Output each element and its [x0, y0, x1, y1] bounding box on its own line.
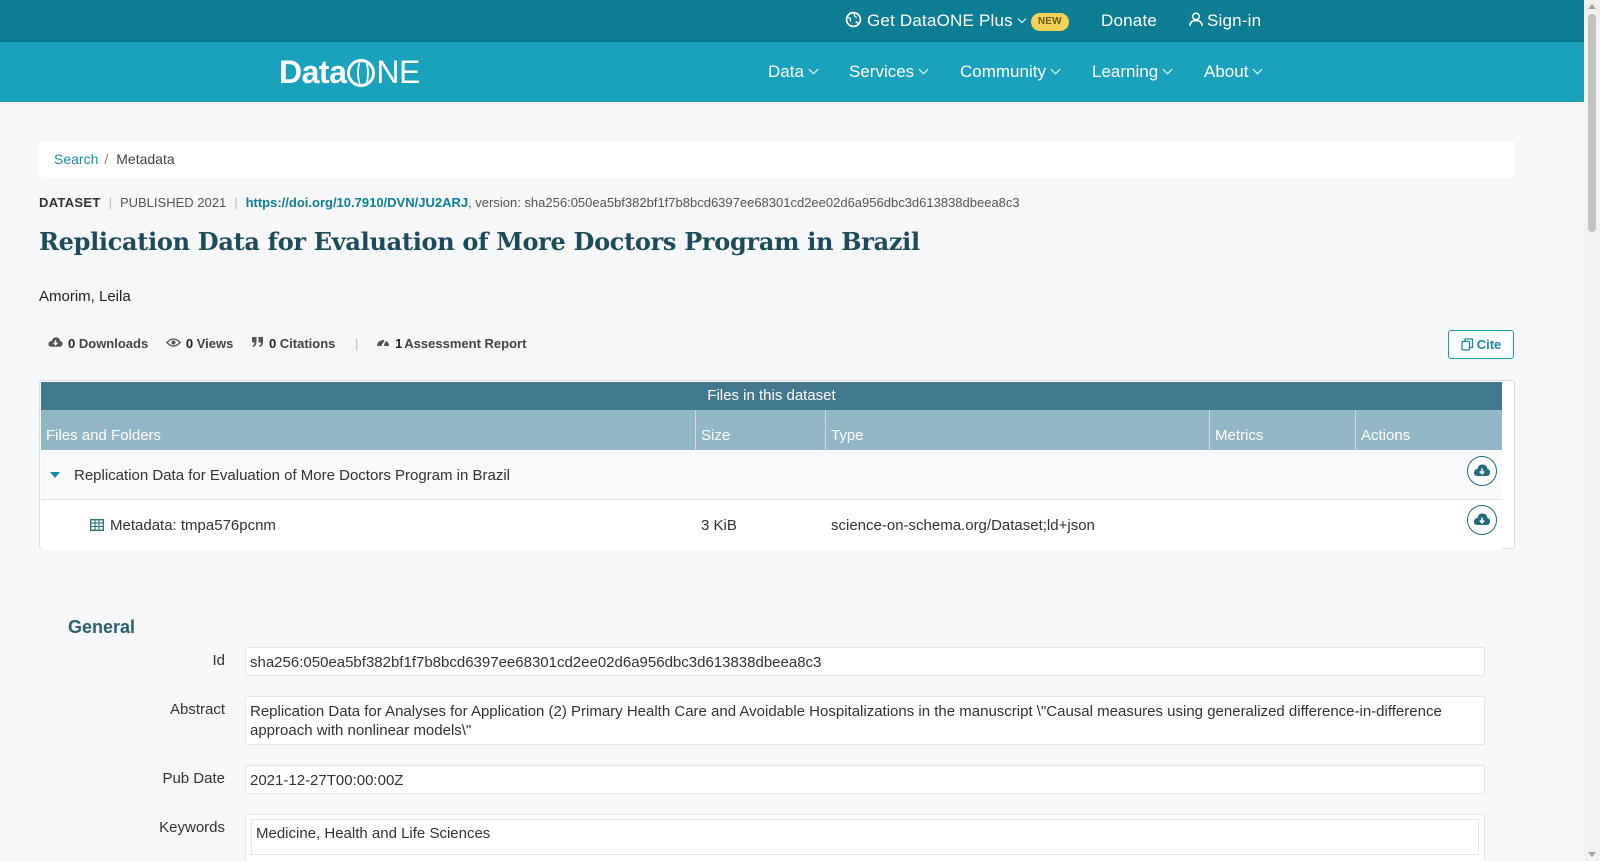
cite-label: Cite — [1476, 337, 1502, 352]
views-label: Views — [196, 336, 234, 351]
abstract-label: Abstract — [169, 701, 225, 718]
keywords-label: Keywords — [159, 819, 225, 836]
donate-link[interactable]: Donate — [1101, 0, 1157, 42]
cite-button[interactable]: Cite — [1448, 330, 1514, 359]
nav-item-label: Learning — [1092, 62, 1159, 81]
logo-text-ne: NE — [376, 54, 420, 90]
logo-text-data: Data — [279, 54, 347, 90]
assessment-metric[interactable]: 1 Assessment Report — [376, 336, 526, 351]
file-size: 3 KiB — [701, 517, 737, 534]
table-icon — [90, 519, 104, 531]
cloud-download-icon — [1473, 464, 1491, 476]
nav-item-about[interactable]: About — [1204, 42, 1263, 102]
dataone-logo[interactable]: Data NE — [279, 54, 420, 90]
main-navbar: Data NE Data Services Community Learning … — [0, 42, 1584, 102]
eye-icon — [165, 338, 181, 347]
scrollbar-thumb[interactable] — [1588, 14, 1596, 232]
chevron-down-icon — [1050, 64, 1061, 75]
keywords-box: Medicine, Health and Life Sciences — [245, 814, 1485, 861]
get-dataone-plus-menu[interactable]: Get DataONE Plus NEW — [845, 0, 1069, 42]
sign-in-link[interactable]: Sign-in — [1189, 0, 1261, 42]
keyword-item: Medicine, Health and Life Sciences — [251, 819, 1479, 855]
nav-item-label: Data — [768, 62, 804, 81]
assessment-count: 1 — [395, 336, 403, 351]
breadcrumb-current: Metadata — [116, 151, 175, 167]
expand-toggle-icon[interactable] — [50, 451, 60, 500]
nav-item-learning[interactable]: Learning — [1092, 42, 1173, 102]
column-header-size[interactable]: Size — [696, 410, 826, 450]
views-count: 0 — [185, 336, 194, 351]
file-name-cell[interactable]: Metadata: tmpa576pcnm — [90, 501, 276, 550]
nav-item-label: Community — [960, 62, 1046, 81]
dataset-title: Replication Data for Evaluation of More … — [39, 227, 920, 256]
nav-item-services[interactable]: Services — [849, 42, 929, 102]
sign-in-label: Sign-in — [1207, 11, 1262, 30]
breadcrumb-search-link[interactable]: Search — [54, 151, 98, 167]
files-table-header: Files and Folders Size Type Metrics Acti… — [41, 410, 1502, 450]
gauge-icon — [377, 339, 390, 347]
page-scrollbar[interactable] — [1584, 0, 1600, 861]
table-row[interactable]: Replication Data for Evaluation of More … — [41, 451, 1502, 500]
copy-icon — [1461, 338, 1473, 351]
downloads-count: 0 — [68, 336, 76, 351]
new-badge: NEW — [1030, 13, 1069, 31]
nav-item-data[interactable]: Data — [768, 42, 819, 102]
chevron-down-icon — [1017, 14, 1027, 24]
table-row[interactable]: Metadata: tmpa576pcnm 3 KiB science-on-s… — [41, 501, 1502, 550]
dataset-type-label: DATASET — [39, 195, 101, 210]
pubdate-value: 2021-12-27T00:00:00Z — [245, 765, 1485, 794]
breadcrumb-separator: / — [104, 151, 109, 167]
file-type: science-on-schema.org/Dataset;ld+json — [831, 517, 1095, 534]
chevron-down-icon — [918, 64, 929, 75]
cloud-download-icon — [48, 337, 63, 347]
version-text: , version: sha256:050ea5bf382bf1f7b8bcd6… — [468, 195, 1020, 210]
cloud-download-icon — [1473, 513, 1491, 525]
column-header-files[interactable]: Files and Folders — [41, 410, 696, 450]
pubdate-label: Pub Date — [162, 770, 225, 787]
section-heading-general: General — [68, 617, 136, 637]
nav-item-label: About — [1204, 62, 1249, 81]
metrics-bar: 0 Downloads 0 Views 0 Citations | 1 Asses… — [48, 336, 540, 351]
download-folder-button[interactable] — [1467, 456, 1497, 486]
chevron-down-icon — [808, 64, 819, 75]
column-header-actions: Actions — [1361, 427, 1411, 444]
scroll-down-arrow-icon[interactable] — [1588, 852, 1596, 857]
column-header-type[interactable]: Type — [826, 410, 1210, 450]
nav-item-label: Services — [849, 62, 915, 81]
breadcrumb: Search / Metadata — [39, 141, 1515, 177]
divider: | — [108, 195, 112, 210]
citations-metric[interactable]: 0 Citations — [251, 336, 335, 351]
scroll-up-arrow-icon[interactable] — [1588, 4, 1596, 9]
citations-count: 0 — [268, 336, 277, 351]
doi-link[interactable]: https://doi.org/10.7910/DVN/JU2ARJ — [246, 195, 469, 210]
files-table: Files in this dataset Files and Folders … — [39, 380, 1515, 550]
quote-icon — [251, 337, 263, 347]
abstract-value: Replication Data for Analyses for Applic… — [245, 696, 1485, 745]
dataset-meta-line: DATASET | PUBLISHED 2021 | https://doi.org/1… — [39, 195, 1020, 211]
top-utility-bar: Get DataONE Plus NEW Donate Sign-in — [0, 0, 1584, 42]
views-metric[interactable]: 0 Views — [165, 336, 234, 351]
id-label: Id — [212, 652, 225, 669]
column-header-metrics[interactable]: Metrics — [1210, 410, 1356, 450]
dataset-author[interactable]: Amorim, Leila — [39, 288, 131, 305]
chevron-down-icon — [1252, 64, 1263, 75]
user-icon — [1189, 12, 1203, 27]
divider: | — [234, 195, 238, 210]
assessment-label: Assessment Report — [404, 336, 527, 351]
id-value: sha256:050ea5bf382bf1f7b8bcd6397ee68301c… — [245, 647, 1485, 676]
nav-item-community[interactable]: Community — [960, 42, 1061, 102]
folder-name[interactable]: Replication Data for Evaluation of More … — [74, 451, 510, 500]
divider: | — [355, 336, 359, 351]
download-file-button[interactable] — [1467, 505, 1497, 535]
get-plus-label: Get DataONE Plus — [867, 11, 1013, 30]
downloads-metric[interactable]: 0 Downloads — [48, 336, 148, 351]
citations-label: Citations — [279, 336, 336, 351]
chevron-down-icon — [1162, 64, 1173, 75]
downloads-label: Downloads — [78, 336, 149, 351]
published-label: PUBLISHED 2021 — [119, 195, 227, 210]
files-table-caption: Files in this dataset — [41, 382, 1502, 410]
globe-icon — [347, 59, 376, 87]
globe-gear-icon — [845, 11, 862, 28]
file-name: Metadata: tmpa576pcnm — [110, 517, 276, 534]
